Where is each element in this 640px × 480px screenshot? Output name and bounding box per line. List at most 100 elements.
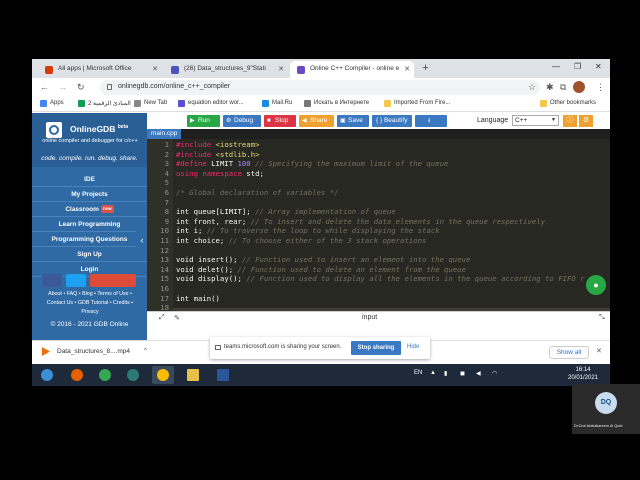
browser-tab-onlinegdb[interactable]: Online C++ Compiler - online e ✕ bbox=[290, 61, 414, 78]
sidebar-item-ide[interactable]: IDE bbox=[32, 173, 147, 187]
close-icon[interactable]: ✕ bbox=[278, 65, 284, 73]
footer-links-3[interactable]: Privacy bbox=[34, 309, 146, 315]
word-icon[interactable] bbox=[212, 366, 234, 384]
close-icon[interactable]: ✕ bbox=[596, 347, 602, 355]
windows-start-button[interactable] bbox=[36, 366, 58, 384]
code-text: using namespace std; bbox=[176, 169, 264, 179]
sidebar-item-learn-programming[interactable]: Learn Programming bbox=[32, 218, 147, 232]
stop-sharing-button[interactable]: Stop sharing bbox=[351, 341, 401, 355]
code-token: // To traverse the loop to while display… bbox=[206, 226, 440, 236]
wifi-icon[interactable]: ◠ bbox=[492, 370, 497, 377]
settings-button[interactable]: ⚙ bbox=[579, 115, 593, 127]
bookmark-mailru[interactable]: Mail.Ru bbox=[262, 100, 292, 107]
code-token: std; bbox=[246, 168, 264, 178]
line-number: 12 bbox=[160, 245, 169, 255]
bookmark-other[interactable]: Other bookmarks bbox=[540, 100, 596, 107]
firefox-icon[interactable] bbox=[66, 366, 88, 384]
back-icon[interactable]: ← bbox=[40, 82, 49, 92]
facebook-icon[interactable] bbox=[42, 274, 62, 287]
bookmark-imported[interactable]: Imported From Fire... bbox=[384, 100, 450, 107]
run-button[interactable]: ▶ Run bbox=[187, 115, 220, 127]
bookmark-newtab[interactable]: New Tab bbox=[134, 100, 167, 107]
share-button[interactable]: ◀ Share bbox=[299, 115, 334, 127]
network-icon[interactable]: ▮ bbox=[444, 370, 447, 377]
sidebar-item-classroom[interactable]: Classroom new bbox=[32, 203, 147, 217]
download-button[interactable]: ⭳ bbox=[415, 115, 447, 127]
forward-icon[interactable]: → bbox=[58, 82, 67, 92]
close-icon[interactable]: ✕ bbox=[404, 65, 410, 73]
presenter-avatar: DQ bbox=[595, 392, 617, 414]
ide-area: ▶ Run ⚙ Debug ■ Stop ◀ Share ▣ Save { } Beaut… bbox=[147, 113, 610, 340]
reload-icon[interactable]: ↻ bbox=[77, 82, 85, 93]
input-label[interactable]: input bbox=[362, 314, 377, 321]
star-icon[interactable]: ☆ bbox=[528, 82, 536, 93]
bookmark-label: 2 المبادئ الرقمية bbox=[88, 101, 131, 107]
info-button[interactable]: ⓘ bbox=[563, 115, 577, 127]
n-app-icon[interactable] bbox=[122, 366, 144, 384]
chevron-up-icon[interactable]: ^ bbox=[144, 348, 147, 354]
page-content: OnlineGDB beta online compiler and debug… bbox=[32, 113, 610, 340]
brand-name[interactable]: OnlineGDB beta bbox=[70, 124, 128, 134]
tray-chevron-icon[interactable]: ▲ bbox=[430, 370, 436, 376]
extensions-icon[interactable]: ✱ bbox=[546, 82, 554, 93]
beautify-button[interactable]: { } Beautify bbox=[372, 115, 412, 127]
save-button[interactable]: ▣ Save bbox=[337, 115, 369, 127]
browser-tab-office[interactable]: All apps | Microsoft Office ✕ bbox=[38, 61, 162, 78]
twitter-icon[interactable] bbox=[66, 274, 86, 287]
assistant-fab-button[interactable]: ● bbox=[586, 275, 606, 295]
stop-button[interactable]: ■ Stop bbox=[264, 115, 296, 127]
puzzle-icon[interactable]: ⧉ bbox=[560, 82, 566, 93]
screen: All apps | Microsoft Office ✕ (26) Data_… bbox=[32, 59, 610, 386]
bookmark-equation[interactable]: equation editor wor... bbox=[178, 100, 244, 107]
sidebar-item-sign-up[interactable]: Sign Up bbox=[32, 248, 147, 262]
clock[interactable]: 16:14 20/01/2021 bbox=[563, 366, 603, 382]
line-number: 9 bbox=[164, 216, 169, 226]
code-token: // Array implementation of queue bbox=[255, 207, 396, 217]
url-input[interactable]: onlinegdb.com/online_c++_compiler bbox=[100, 80, 540, 95]
wrench-icon[interactable]: ✎ bbox=[174, 314, 180, 322]
bookmark-search[interactable]: Искать в Интернете bbox=[304, 100, 369, 107]
ide-toolbar: ▶ Run ⚙ Debug ■ Stop ◀ Share ▣ Save { } Beaut… bbox=[147, 113, 610, 129]
debug-button[interactable]: ⚙ Debug bbox=[223, 115, 261, 127]
bookmark-apps[interactable]: Apps bbox=[40, 100, 64, 107]
browser-tab-teams[interactable]: (26) Data_structures_9"Stati ✕ bbox=[164, 61, 288, 78]
onlinegdb-logo-icon bbox=[46, 122, 62, 138]
close-icon[interactable]: ✕ bbox=[152, 65, 158, 73]
maximize-icon[interactable]: ❐ bbox=[574, 62, 581, 71]
bookmarks-bar: Apps 2 المبادئ الرقمية New Tab equation … bbox=[32, 97, 610, 112]
code-token: void display(); bbox=[176, 274, 247, 284]
language-indicator[interactable]: EN bbox=[414, 370, 422, 376]
google-plus-icon[interactable] bbox=[90, 274, 136, 287]
sidebar-item-my-projects[interactable]: My Projects bbox=[32, 188, 147, 202]
teams-tray-icon[interactable]: ◼ bbox=[460, 370, 465, 377]
code-token: <iostream> bbox=[215, 140, 260, 149]
line-number: 1 bbox=[164, 140, 169, 149]
new-tab-button[interactable]: + bbox=[419, 62, 432, 75]
code-editor[interactable]: 1 #include <iostream> 2 #include <stdlib.h>… bbox=[147, 139, 610, 311]
collapse-panel-icon[interactable]: ⤡ bbox=[599, 314, 605, 322]
bookmark-arabic[interactable]: 2 المبادئ الرقمية bbox=[78, 100, 131, 107]
brand-sup: beta bbox=[117, 124, 128, 131]
footer-links-2[interactable]: Contact Us • GDB Tutorial • Credits • bbox=[34, 300, 146, 306]
language-select[interactable]: C++ ▼ bbox=[512, 115, 559, 126]
line-number: 15 bbox=[160, 274, 169, 284]
show-all-button[interactable]: Show all bbox=[549, 346, 589, 359]
footer-links-1[interactable]: About • FAQ • Blog • Terms of Use • bbox=[34, 291, 146, 297]
sidebar-item-programming-questions[interactable]: Programming Questions bbox=[32, 233, 147, 247]
line-number: 17 bbox=[160, 293, 169, 303]
file-tab-main-cpp[interactable]: main.cpp bbox=[147, 129, 182, 139]
download-item[interactable]: Data_structures_8....mp4 bbox=[42, 347, 130, 356]
hide-button[interactable]: Hide bbox=[407, 344, 419, 350]
minimize-icon[interactable]: — bbox=[552, 62, 560, 71]
download-icon: ⭳ bbox=[428, 117, 431, 124]
menu-icon[interactable]: ⋮ bbox=[596, 82, 605, 93]
chrome-icon[interactable] bbox=[94, 366, 116, 384]
file-explorer-icon[interactable] bbox=[182, 366, 204, 384]
volume-icon[interactable]: ◀ bbox=[476, 370, 481, 377]
close-window-icon[interactable]: ✕ bbox=[595, 62, 602, 71]
profile-avatar[interactable] bbox=[573, 81, 585, 93]
expand-icon[interactable]: ⤢ bbox=[159, 314, 165, 322]
chrome-active-icon[interactable] bbox=[152, 366, 174, 384]
video-file-icon bbox=[42, 347, 50, 356]
clock-date: 20/01/2021 bbox=[567, 375, 599, 381]
